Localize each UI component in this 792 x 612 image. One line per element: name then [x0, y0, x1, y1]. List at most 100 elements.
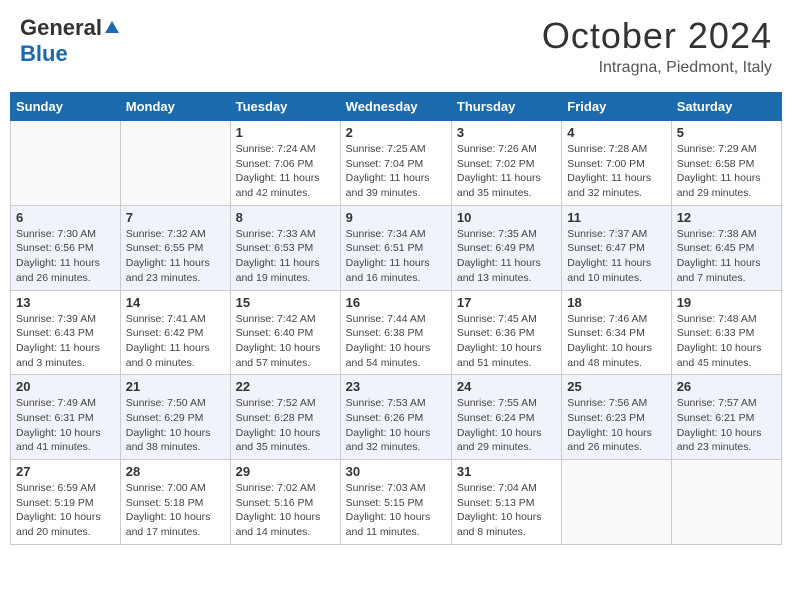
calendar-cell: 23Sunrise: 7:53 AMSunset: 6:26 PMDayligh…	[340, 375, 451, 460]
calendar-cell: 3Sunrise: 7:26 AMSunset: 7:02 PMDaylight…	[451, 121, 561, 206]
calendar-cell: 24 Sunrise: 7:55 AMSunset: 6:24 PMDayligh…	[451, 375, 561, 460]
day-info: Sunrise: 7:42 AMSunset: 6:40 PMDaylight:…	[236, 312, 335, 371]
day-info: Sunrise: 7:32 AMSunset: 6:55 PMDaylight:…	[126, 227, 225, 286]
day-info: Sunrise: 7:55 AMSunset: 6:24 PMDaylight:…	[457, 396, 556, 455]
calendar-week-2: 6Sunrise: 7:30 AMSunset: 6:56 PMDaylight…	[11, 205, 782, 290]
day-info: Sunrise: 7:35 AMSunset: 6:49 PMDaylight:…	[457, 227, 556, 286]
calendar-cell: 9Sunrise: 7:34 AMSunset: 6:51 PMDaylight…	[340, 205, 451, 290]
calendar-cell: 19 Sunrise: 7:48 AMSunset: 6:33 PMDayligh…	[671, 290, 781, 375]
calendar-week-4: 20Sunrise: 7:49 AMSunset: 6:31 PMDayligh…	[11, 375, 782, 460]
calendar-cell: 11 Sunrise: 7:37 AMSunset: 6:47 PMDayligh…	[562, 205, 671, 290]
calendar-cell: 29 Sunrise: 7:02 AMSunset: 5:16 PMDayligh…	[230, 460, 340, 545]
day-number: 26	[677, 379, 776, 394]
calendar-cell: 15 Sunrise: 7:42 AMSunset: 6:40 PMDayligh…	[230, 290, 340, 375]
calendar-cell: 8Sunrise: 7:33 AMSunset: 6:53 PMDaylight…	[230, 205, 340, 290]
day-info: Sunrise: 7:00 AMSunset: 5:18 PMDaylight:…	[126, 481, 225, 540]
calendar-cell: 13 Sunrise: 7:39 AMSunset: 6:43 PMDayligh…	[11, 290, 121, 375]
day-number: 22	[236, 379, 335, 394]
day-info: Sunrise: 7:52 AMSunset: 6:28 PMDaylight:…	[236, 396, 335, 455]
month-title: October 2024	[542, 15, 772, 57]
calendar-header-tuesday: Tuesday	[230, 93, 340, 121]
calendar-cell: 10 Sunrise: 7:35 AMSunset: 6:49 PMDayligh…	[451, 205, 561, 290]
day-number: 6	[16, 210, 115, 225]
calendar-cell: 4Sunrise: 7:28 AMSunset: 7:00 PMDaylight…	[562, 121, 671, 206]
calendar-header-sunday: Sunday	[11, 93, 121, 121]
calendar-header-monday: Monday	[120, 93, 230, 121]
day-info: Sunrise: 7:38 AMSunset: 6:45 PMDaylight:…	[677, 227, 776, 286]
day-info: Sunrise: 7:02 AMSunset: 5:16 PMDaylight:…	[236, 481, 335, 540]
day-number: 7	[126, 210, 225, 225]
day-number: 23	[346, 379, 446, 394]
day-number: 19	[677, 295, 776, 310]
calendar-cell: 22 Sunrise: 7:52 AMSunset: 6:28 PMDayligh…	[230, 375, 340, 460]
calendar-cell: 25 Sunrise: 7:56 AMSunset: 6:23 PMDayligh…	[562, 375, 671, 460]
calendar-cell: 31Sunrise: 7:04 AMSunset: 5:13 PMDayligh…	[451, 460, 561, 545]
page-header: General Blue October 2024 Intragna, Pied…	[10, 10, 782, 82]
day-number: 15	[236, 295, 335, 310]
day-number: 14	[126, 295, 225, 310]
day-number: 25	[567, 379, 665, 394]
calendar-cell: 6Sunrise: 7:30 AMSunset: 6:56 PMDaylight…	[11, 205, 121, 290]
day-number: 16	[346, 295, 446, 310]
day-number: 12	[677, 210, 776, 225]
calendar-week-1: 1Sunrise: 7:24 AMSunset: 7:06 PMDaylight…	[11, 121, 782, 206]
day-info: Sunrise: 7:29 AMSunset: 6:58 PMDaylight:…	[677, 142, 776, 201]
calendar-header-thursday: Thursday	[451, 93, 561, 121]
day-number: 28	[126, 464, 225, 479]
day-info: Sunrise: 7:46 AMSunset: 6:34 PMDaylight:…	[567, 312, 665, 371]
day-number: 5	[677, 125, 776, 140]
day-number: 10	[457, 210, 556, 225]
calendar-cell: 18Sunrise: 7:46 AMSunset: 6:34 PMDayligh…	[562, 290, 671, 375]
day-info: Sunrise: 7:44 AMSunset: 6:38 PMDaylight:…	[346, 312, 446, 371]
day-number: 30	[346, 464, 446, 479]
calendar-cell: 26 Sunrise: 7:57 AMSunset: 6:21 PMDayligh…	[671, 375, 781, 460]
calendar-header-wednesday: Wednesday	[340, 93, 451, 121]
calendar-cell: 21Sunrise: 7:50 AMSunset: 6:29 PMDayligh…	[120, 375, 230, 460]
day-number: 20	[16, 379, 115, 394]
calendar-cell: 16 Sunrise: 7:44 AMSunset: 6:38 PMDayligh…	[340, 290, 451, 375]
calendar-header-friday: Friday	[562, 93, 671, 121]
day-info: Sunrise: 7:50 AMSunset: 6:29 PMDaylight:…	[126, 396, 225, 455]
day-info: Sunrise: 7:34 AMSunset: 6:51 PMDaylight:…	[346, 227, 446, 286]
day-number: 1	[236, 125, 335, 140]
day-number: 11	[567, 210, 665, 225]
calendar-week-3: 13 Sunrise: 7:39 AMSunset: 6:43 PMDayligh…	[11, 290, 782, 375]
day-number: 4	[567, 125, 665, 140]
calendar-cell: 17 Sunrise: 7:45 AMSunset: 6:36 PMDayligh…	[451, 290, 561, 375]
calendar-header-saturday: Saturday	[671, 93, 781, 121]
day-info: Sunrise: 7:56 AMSunset: 6:23 PMDaylight:…	[567, 396, 665, 455]
calendar-cell: 1Sunrise: 7:24 AMSunset: 7:06 PMDaylight…	[230, 121, 340, 206]
calendar-cell	[671, 460, 781, 545]
logo: General Blue	[20, 15, 119, 67]
day-info: Sunrise: 7:25 AMSunset: 7:04 PMDaylight:…	[346, 142, 446, 201]
logo-blue-text: Blue	[20, 41, 68, 67]
day-info: Sunrise: 7:57 AMSunset: 6:21 PMDaylight:…	[677, 396, 776, 455]
day-number: 24	[457, 379, 556, 394]
calendar-cell: 20Sunrise: 7:49 AMSunset: 6:31 PMDayligh…	[11, 375, 121, 460]
logo-general-text: General	[20, 15, 102, 41]
day-info: Sunrise: 7:03 AMSunset: 5:15 PMDaylight:…	[346, 481, 446, 540]
calendar-table: SundayMondayTuesdayWednesdayThursdayFrid…	[10, 92, 782, 545]
calendar-header-row: SundayMondayTuesdayWednesdayThursdayFrid…	[11, 93, 782, 121]
calendar-cell	[562, 460, 671, 545]
day-info: Sunrise: 6:59 AMSunset: 5:19 PMDaylight:…	[16, 481, 115, 540]
day-number: 17	[457, 295, 556, 310]
title-section: October 2024 Intragna, Piedmont, Italy	[542, 15, 772, 77]
day-number: 29	[236, 464, 335, 479]
day-info: Sunrise: 7:45 AMSunset: 6:36 PMDaylight:…	[457, 312, 556, 371]
day-info: Sunrise: 7:48 AMSunset: 6:33 PMDaylight:…	[677, 312, 776, 371]
calendar-cell: 5 Sunrise: 7:29 AMSunset: 6:58 PMDaylight…	[671, 121, 781, 206]
day-info: Sunrise: 7:41 AMSunset: 6:42 PMDaylight:…	[126, 312, 225, 371]
location-text: Intragna, Piedmont, Italy	[542, 59, 772, 77]
calendar-cell: 2 Sunrise: 7:25 AMSunset: 7:04 PMDaylight…	[340, 121, 451, 206]
day-number: 13	[16, 295, 115, 310]
day-number: 2	[346, 125, 446, 140]
calendar-cell: 30 Sunrise: 7:03 AMSunset: 5:15 PMDayligh…	[340, 460, 451, 545]
calendar-cell	[11, 121, 121, 206]
day-number: 27	[16, 464, 115, 479]
day-info: Sunrise: 7:39 AMSunset: 6:43 PMDaylight:…	[16, 312, 115, 371]
day-number: 3	[457, 125, 556, 140]
calendar-week-5: 27 Sunrise: 6:59 AMSunset: 5:19 PMDayligh…	[11, 460, 782, 545]
calendar-cell: 28 Sunrise: 7:00 AMSunset: 5:18 PMDayligh…	[120, 460, 230, 545]
day-info: Sunrise: 7:37 AMSunset: 6:47 PMDaylight:…	[567, 227, 665, 286]
